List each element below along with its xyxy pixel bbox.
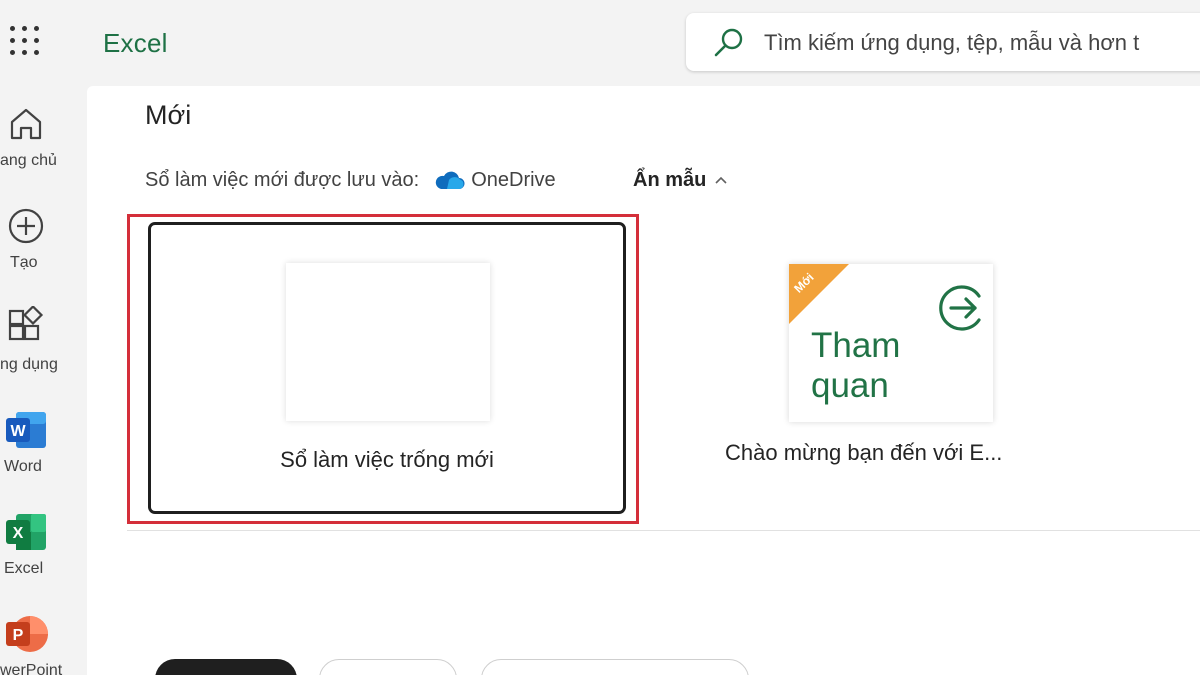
app-launcher-icon[interactable]	[10, 26, 40, 56]
onedrive-cloud-icon	[436, 171, 465, 189]
home-icon	[10, 108, 42, 140]
rail-item-word[interactable]: W Word	[0, 408, 86, 504]
rail-label-excel: Excel	[4, 560, 44, 577]
save-location-value[interactable]: OneDrive	[471, 169, 555, 192]
search-box[interactable]	[686, 13, 1200, 71]
welcome-tour-label: Chào mừng bạn đến với E...	[725, 440, 1003, 465]
search-icon	[714, 28, 743, 57]
rail-label-powerpoint: werPoint	[0, 662, 63, 675]
rail-label-apps: ng dụng	[0, 356, 58, 373]
chevron-up-icon	[715, 176, 727, 184]
welcome-tour-thumb-line2: quan	[811, 366, 889, 405]
save-location-line: Sổ làm việc mới được lưu vào: OneDrive	[145, 166, 556, 194]
left-rail: ang chủ Tạo ng dụng W Word X Excel P wer…	[0, 88, 86, 675]
rail-label-word: Word	[4, 458, 42, 475]
app-title[interactable]: Excel	[103, 28, 168, 59]
svg-text:W: W	[10, 423, 26, 440]
main-content: Mới Sổ làm việc mới được lưu vào: OneDri…	[87, 86, 1200, 675]
top-bar: Excel	[0, 0, 1200, 88]
welcome-tour-thumb-text: Tham quan	[811, 326, 900, 406]
new-badge-ribbon	[789, 264, 849, 324]
blank-workbook-label: Sổ làm việc trống mới	[280, 447, 494, 472]
arrow-right-circle-icon	[939, 285, 981, 331]
hide-templates-label: Ẩn mẫu	[633, 168, 707, 191]
filter-tab-3[interactable]	[481, 659, 749, 675]
rail-item-powerpoint[interactable]: P werPoint	[0, 612, 86, 675]
save-location-prefix: Sổ làm việc mới được lưu vào:	[145, 168, 420, 191]
rail-item-create[interactable]: Tạo	[0, 204, 86, 300]
rail-item-home[interactable]: ang chủ	[0, 102, 86, 198]
powerpoint-icon: P	[6, 616, 48, 652]
section-divider	[127, 530, 1200, 531]
excel-icon: X	[6, 514, 46, 550]
word-icon: W	[6, 412, 46, 448]
search-input[interactable]	[764, 27, 1200, 59]
rail-item-excel[interactable]: X Excel	[0, 510, 86, 606]
rail-label-home: ang chủ	[0, 152, 57, 169]
rail-item-apps[interactable]: ng dụng	[0, 306, 86, 402]
welcome-tour-card[interactable]: Mới Tham quan Chào mừng bạn đến với E...	[725, 258, 1045, 488]
rail-label-create: Tạo	[10, 254, 38, 271]
svg-text:X: X	[13, 525, 24, 542]
svg-text:P: P	[13, 627, 24, 644]
apps-icon	[8, 306, 44, 341]
hide-templates-button[interactable]: Ẩn mẫu	[633, 166, 728, 194]
filter-tab-1[interactable]	[155, 659, 297, 675]
blank-workbook-thumbnail	[286, 263, 490, 421]
welcome-tour-thumbnail: Mới Tham quan	[789, 264, 993, 422]
plus-circle-icon	[8, 208, 44, 244]
filter-tab-2[interactable]	[319, 659, 457, 675]
welcome-tour-thumb-line1: Tham	[811, 326, 901, 365]
page-title: Mới	[145, 100, 192, 130]
blank-workbook-card[interactable]: Sổ làm việc trống mới	[148, 222, 626, 514]
